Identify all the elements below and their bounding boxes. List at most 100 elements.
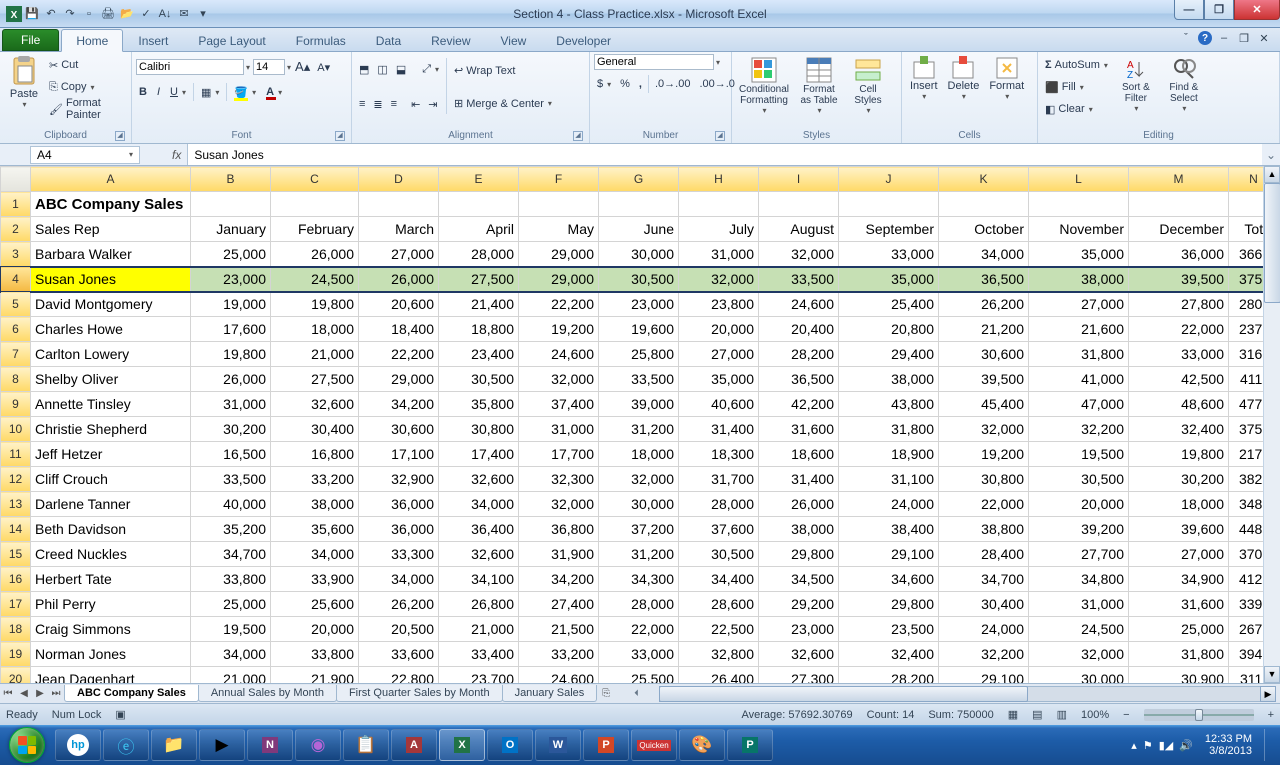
cell[interactable]: 23,000 bbox=[191, 267, 271, 292]
cell[interactable]: 34,000 bbox=[271, 542, 359, 567]
cell[interactable]: Carlton Lowery bbox=[31, 342, 191, 367]
select-all-corner[interactable] bbox=[1, 167, 31, 192]
workbook-close-icon[interactable]: ✕ bbox=[1256, 30, 1272, 46]
cell[interactable]: 30,000 bbox=[1029, 667, 1129, 684]
cell[interactable]: 33,600 bbox=[359, 642, 439, 667]
cell[interactable] bbox=[271, 192, 359, 217]
cell[interactable]: 32,900 bbox=[359, 467, 439, 492]
column-header[interactable]: J bbox=[839, 167, 939, 192]
cell[interactable]: 24,500 bbox=[1029, 617, 1129, 642]
cell[interactable]: 48,600 bbox=[1129, 392, 1229, 417]
font-color-button[interactable]: A▾ bbox=[263, 81, 285, 103]
cell[interactable]: 38,800 bbox=[939, 517, 1029, 542]
cell[interactable]: Creed Nuckles bbox=[31, 542, 191, 567]
autosum-button[interactable]: Σ AutoSum▾ bbox=[1042, 54, 1111, 76]
cell[interactable]: Jean Dagenhart bbox=[31, 667, 191, 684]
cell[interactable]: 28,000 bbox=[439, 242, 519, 267]
cell[interactable]: 32,000 bbox=[1029, 642, 1129, 667]
cell[interactable]: October bbox=[939, 217, 1029, 242]
spellcheck-icon[interactable]: ✓ bbox=[138, 6, 154, 22]
cell[interactable]: Darlene Tanner bbox=[31, 492, 191, 517]
cell[interactable]: 26,200 bbox=[359, 592, 439, 617]
row-header[interactable]: 1 bbox=[1, 192, 31, 217]
cell[interactable]: 19,600 bbox=[599, 317, 679, 342]
tray-flag-icon[interactable]: ⚑ bbox=[1143, 739, 1153, 752]
cell[interactable]: 25,000 bbox=[191, 592, 271, 617]
workbook-minimize-icon[interactable]: – bbox=[1216, 30, 1232, 46]
zoom-in-icon[interactable]: + bbox=[1268, 709, 1274, 721]
cell[interactable]: Jeff Hetzer bbox=[31, 442, 191, 467]
cell[interactable]: Sales Rep bbox=[31, 217, 191, 242]
tray-network-icon[interactable]: ▮◢ bbox=[1159, 739, 1174, 752]
cell[interactable]: 26,000 bbox=[271, 242, 359, 267]
cell[interactable]: 38,000 bbox=[271, 492, 359, 517]
cell[interactable]: August bbox=[759, 217, 839, 242]
view-normal-icon[interactable]: ▦ bbox=[1008, 708, 1018, 721]
cell[interactable]: 17,700 bbox=[519, 442, 599, 467]
sheet-tab[interactable]: Annual Sales by Month bbox=[198, 685, 337, 702]
cell[interactable] bbox=[759, 192, 839, 217]
increase-decimal-icon[interactable]: .0→.00 bbox=[652, 73, 693, 95]
cell[interactable]: 32,300 bbox=[519, 467, 599, 492]
cell[interactable]: 36,500 bbox=[939, 267, 1029, 292]
cell[interactable]: 28,000 bbox=[679, 492, 759, 517]
row-header[interactable]: 6 bbox=[1, 317, 31, 342]
cell[interactable]: 22,000 bbox=[1129, 317, 1229, 342]
cell[interactable]: ABC Company Sales bbox=[31, 192, 191, 217]
cell[interactable]: 34,000 bbox=[939, 242, 1029, 267]
cell[interactable]: April bbox=[439, 217, 519, 242]
cell[interactable]: 33,800 bbox=[271, 642, 359, 667]
border-button[interactable]: ▦▾ bbox=[198, 81, 222, 103]
conditional-formatting-button[interactable]: Conditional Formatting▾ bbox=[736, 54, 792, 117]
cell[interactable]: 39,200 bbox=[1029, 517, 1129, 542]
row-header[interactable]: 12 bbox=[1, 467, 31, 492]
task-powerpoint-icon[interactable]: P bbox=[583, 729, 629, 761]
cell[interactable]: 21,000 bbox=[191, 667, 271, 684]
cell[interactable]: 30,200 bbox=[191, 417, 271, 442]
row-header[interactable]: 18 bbox=[1, 617, 31, 642]
sheet-tab[interactable]: January Sales bbox=[502, 685, 598, 702]
cell[interactable]: 36,000 bbox=[359, 517, 439, 542]
clipboard-dialog-icon[interactable]: ◢ bbox=[115, 131, 125, 141]
cell[interactable]: 30,600 bbox=[359, 417, 439, 442]
cell[interactable]: 18,900 bbox=[839, 442, 939, 467]
tray-expand-icon[interactable]: ▴ bbox=[1131, 739, 1137, 752]
cell[interactable]: 23,800 bbox=[679, 292, 759, 317]
cell[interactable]: 34,000 bbox=[191, 642, 271, 667]
cell[interactable]: 27,000 bbox=[359, 242, 439, 267]
tab-page-layout[interactable]: Page Layout bbox=[183, 29, 280, 51]
cell[interactable]: 30,500 bbox=[439, 367, 519, 392]
cell[interactable]: Craig Simmons bbox=[31, 617, 191, 642]
view-layout-icon[interactable]: ▤ bbox=[1032, 708, 1042, 721]
cell[interactable]: 31,000 bbox=[1029, 592, 1129, 617]
cell[interactable]: 31,100 bbox=[839, 467, 939, 492]
comma-format-icon[interactable]: , bbox=[636, 73, 645, 95]
cell[interactable]: 27,000 bbox=[1129, 542, 1229, 567]
increase-font-icon[interactable]: A▴ bbox=[292, 56, 313, 78]
cell[interactable]: 36,800 bbox=[519, 517, 599, 542]
font-dialog-icon[interactable]: ◢ bbox=[335, 131, 345, 141]
cell[interactable]: 19,200 bbox=[939, 442, 1029, 467]
cell[interactable]: 34,200 bbox=[519, 567, 599, 592]
cell[interactable] bbox=[439, 192, 519, 217]
cell[interactable]: 23,500 bbox=[839, 617, 939, 642]
cell[interactable]: 34,700 bbox=[191, 542, 271, 567]
cell[interactable]: February bbox=[271, 217, 359, 242]
cell[interactable]: 47,000 bbox=[1029, 392, 1129, 417]
cell[interactable]: 32,000 bbox=[939, 417, 1029, 442]
cell[interactable]: 33,000 bbox=[839, 242, 939, 267]
fill-button[interactable]: ⬛ Fill▾ bbox=[1042, 76, 1111, 98]
sheet-nav-prev-icon[interactable]: ◀ bbox=[16, 688, 32, 699]
sheet-tab[interactable]: First Quarter Sales by Month bbox=[336, 685, 503, 702]
cell[interactable]: 21,000 bbox=[439, 617, 519, 642]
cell[interactable]: 29,800 bbox=[759, 542, 839, 567]
cell[interactable]: 29,100 bbox=[939, 667, 1029, 684]
cell[interactable] bbox=[839, 192, 939, 217]
expand-formula-icon[interactable]: ⌄ bbox=[1262, 148, 1280, 162]
cell[interactable]: 27,500 bbox=[271, 367, 359, 392]
maximize-button[interactable]: ❐ bbox=[1204, 0, 1234, 20]
cell[interactable]: 36,400 bbox=[439, 517, 519, 542]
print-preview-icon[interactable]: 🖨 bbox=[100, 6, 116, 22]
sheet-tab[interactable]: ABC Company Sales bbox=[64, 685, 199, 702]
bold-button[interactable]: B bbox=[136, 81, 150, 103]
